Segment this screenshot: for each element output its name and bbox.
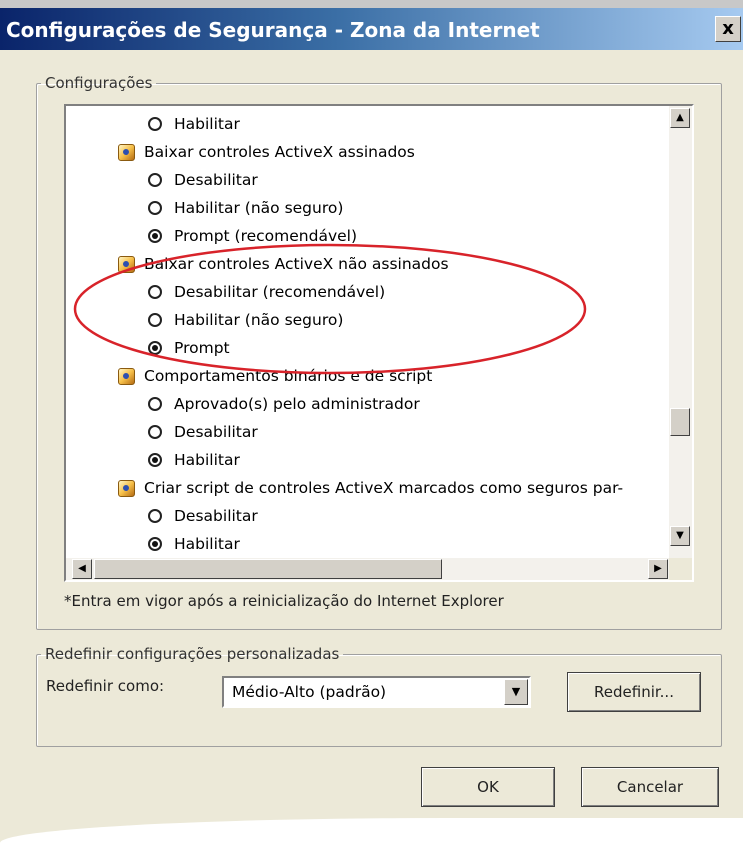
radio-icon[interactable] xyxy=(148,425,162,439)
reset-level-select[interactable]: Médio-Alto (padrão) ▼ xyxy=(222,676,531,708)
settings-option[interactable]: Desabilitar (recomendável) xyxy=(148,278,385,306)
option-label: Desabilitar xyxy=(174,171,258,189)
dropdown-arrow-icon[interactable]: ▼ xyxy=(504,679,528,705)
vertical-scrollbar[interactable]: ▲ ▼ xyxy=(669,106,692,558)
vertical-scroll-thumb[interactable] xyxy=(670,408,690,436)
settings-list[interactable]: Habilitar Baixar controles ActiveX assina… xyxy=(64,104,694,582)
option-label: Habilitar xyxy=(174,451,240,469)
settings-option[interactable]: Habilitar xyxy=(148,110,240,138)
settings-option[interactable]: Desabilitar xyxy=(148,166,258,194)
scroll-left-button[interactable]: ◀ xyxy=(72,559,92,579)
category-label: Baixar controles ActiveX assinados xyxy=(144,143,415,161)
reset-button[interactable]: Redefinir... xyxy=(567,672,701,712)
radio-selected-icon[interactable] xyxy=(148,453,162,467)
scroll-down-button[interactable]: ▼ xyxy=(670,526,690,546)
settings-option[interactable]: Prompt xyxy=(148,334,230,362)
reset-as-label: Redefinir como: xyxy=(46,677,165,695)
radio-icon[interactable] xyxy=(148,509,162,523)
settings-option[interactable]: Habilitar xyxy=(148,530,240,558)
cancel-button[interactable]: Cancelar xyxy=(581,767,719,807)
bottom-edge xyxy=(0,818,743,843)
option-label: Prompt xyxy=(174,339,230,357)
settings-option[interactable]: Aprovado(s) pelo administrador xyxy=(148,390,420,418)
option-label: Habilitar xyxy=(174,115,240,133)
option-label: Desabilitar xyxy=(174,507,258,525)
reset-level-value: Médio-Alto (padrão) xyxy=(232,683,387,701)
activex-settings-icon xyxy=(118,367,135,385)
scrollbar-corner xyxy=(669,558,692,580)
option-label: Desabilitar (recomendável) xyxy=(174,283,386,301)
window-title: Configurações de Segurança - Zona da Int… xyxy=(6,18,540,42)
activex-settings-icon xyxy=(118,255,135,273)
radio-selected-icon[interactable] xyxy=(148,537,162,551)
reset-legend: Redefinir configurações personalizadas xyxy=(45,645,340,663)
radio-icon[interactable] xyxy=(148,117,162,131)
settings-category[interactable]: Baixar controles ActiveX assinados xyxy=(118,138,415,166)
radio-icon[interactable] xyxy=(148,285,162,299)
radio-icon[interactable] xyxy=(148,201,162,215)
horizontal-scrollbar[interactable]: ◀ ▶ xyxy=(66,558,671,580)
settings-category[interactable]: Criar script de controles ActiveX marcad… xyxy=(118,474,623,502)
settings-list-content: Habilitar Baixar controles ActiveX assina… xyxy=(66,106,671,558)
option-label: Habilitar xyxy=(174,535,240,553)
radio-icon[interactable] xyxy=(148,313,162,327)
settings-option[interactable]: Habilitar (não seguro) xyxy=(148,306,343,334)
settings-option[interactable]: Desabilitar xyxy=(148,418,258,446)
settings-category[interactable]: Comportamentos binários e de script xyxy=(118,362,432,390)
radio-selected-icon[interactable] xyxy=(148,341,162,355)
horizontal-scroll-thumb[interactable] xyxy=(94,559,442,579)
category-label: Criar script de controles ActiveX marcad… xyxy=(144,479,624,497)
activex-settings-icon xyxy=(118,479,135,497)
option-label: Prompt (recomendável) xyxy=(174,227,358,245)
radio-icon[interactable] xyxy=(148,173,162,187)
security-settings-dialog: Configurações de Segurança - Zona da Int… xyxy=(0,0,743,843)
radio-icon[interactable] xyxy=(148,397,162,411)
settings-option[interactable]: Prompt (recomendável) xyxy=(148,222,357,250)
activex-settings-icon xyxy=(118,143,135,161)
title-bar[interactable]: Configurações de Segurança - Zona da Int… xyxy=(0,8,743,50)
close-button[interactable]: x xyxy=(715,16,741,42)
option-label: Habilitar (não seguro) xyxy=(174,199,344,217)
settings-option[interactable]: Habilitar (não seguro) xyxy=(148,194,343,222)
settings-option[interactable]: Desabilitar xyxy=(148,502,258,530)
restart-note: *Entra em vigor após a reinicialização d… xyxy=(64,592,504,610)
option-label: Desabilitar xyxy=(174,423,258,441)
radio-selected-icon[interactable] xyxy=(148,229,162,243)
scroll-right-button[interactable]: ▶ xyxy=(648,559,668,579)
option-label: Aprovado(s) pelo administrador xyxy=(174,395,420,413)
scroll-up-button[interactable]: ▲ xyxy=(670,108,690,128)
ok-button[interactable]: OK xyxy=(421,767,555,807)
category-label: Comportamentos binários e de script xyxy=(144,367,433,385)
settings-legend: Configurações xyxy=(45,74,153,92)
settings-category[interactable]: Baixar controles ActiveX não assinados xyxy=(118,250,449,278)
top-edge xyxy=(0,0,743,8)
settings-option[interactable]: Habilitar xyxy=(148,446,240,474)
category-label: Baixar controles ActiveX não assinados xyxy=(144,255,449,273)
option-label: Habilitar (não seguro) xyxy=(174,311,344,329)
